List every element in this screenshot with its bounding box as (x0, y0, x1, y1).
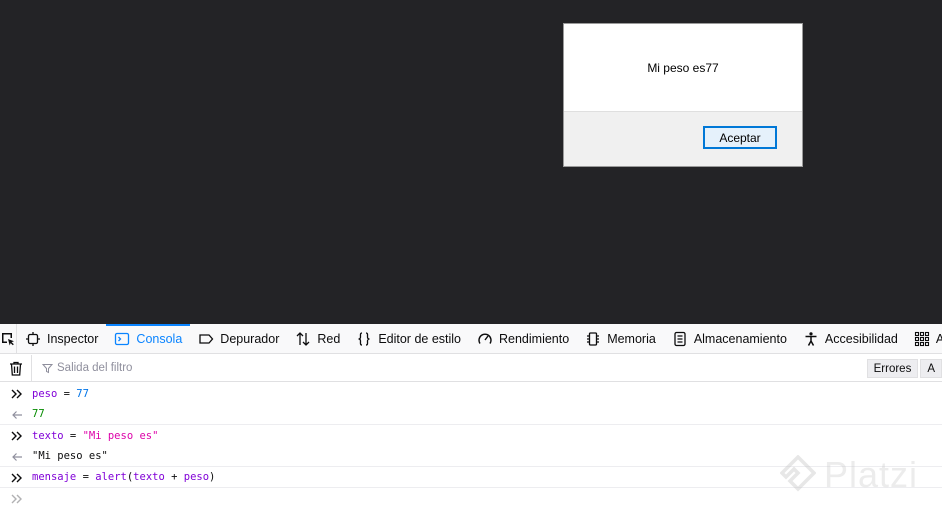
filter-input[interactable] (57, 362, 257, 374)
tab-style-editor[interactable]: Editor de estilo (348, 324, 469, 353)
console-code: "Mi peso es" (32, 450, 108, 462)
console-input-line: peso = 77 (0, 383, 942, 404)
tab-label: Accesibilidad (824, 331, 898, 346)
code-token: "Mi peso es" (32, 450, 108, 462)
console-output: peso = 77 77 texto = "Mi peso es" "Mi peso … (0, 383, 942, 510)
console-input[interactable] (0, 488, 942, 510)
alert-footer: Aceptar (564, 111, 802, 166)
prompt-chevron-icon (9, 488, 25, 510)
console-input-line: texto = "Mi peso es" (0, 425, 942, 446)
tab-label: Inspector (47, 331, 99, 346)
code-token: "Mi peso es" (82, 429, 159, 442)
result-arrow-icon (9, 404, 25, 425)
clear-console-button[interactable] (0, 354, 32, 382)
accessibility-icon (803, 331, 819, 347)
performance-icon (477, 331, 493, 347)
tab-application[interactable]: Ap (906, 324, 942, 353)
element-picker-icon (2, 332, 14, 345)
tab-network[interactable]: Red (287, 324, 348, 353)
tab-console[interactable]: Consola (106, 324, 191, 353)
tab-label: Almacenamiento (693, 331, 787, 346)
filter-icon (42, 363, 53, 373)
console-code: peso = 77 (32, 388, 89, 400)
code-token: mensaje (32, 471, 77, 483)
devtools-toolbar: Inspector Consola Depurador Red Editor d… (0, 324, 942, 354)
alert-message: Mi peso es77 (647, 60, 719, 75)
application-icon (914, 331, 930, 347)
code-token: texto (133, 471, 165, 483)
tab-debugger[interactable]: Depurador (190, 324, 287, 353)
code-token: 77 (32, 408, 45, 420)
tab-label: Ap (936, 332, 942, 346)
code-token: 77 (76, 387, 89, 400)
code-token: = (76, 471, 96, 483)
code-token: peso (183, 471, 210, 483)
tab-label: Consola (136, 331, 183, 346)
console-icon (114, 331, 130, 347)
code-token: texto (32, 429, 64, 442)
console-entries: peso = 77 77 texto = "Mi peso es" "Mi peso … (0, 383, 942, 488)
tab-label: Editor de estilo (378, 331, 461, 346)
network-icon (295, 331, 311, 347)
tab-memory[interactable]: Memoria (577, 324, 664, 353)
tab-performance[interactable]: Rendimiento (469, 324, 577, 353)
tab-storage[interactable]: Almacenamiento (664, 324, 795, 353)
tab-accessibility[interactable]: Accesibilidad (795, 324, 906, 353)
console-result-line: 77 (0, 404, 942, 425)
result-arrow-icon (9, 446, 25, 467)
alert-ok-button[interactable]: Aceptar (703, 126, 777, 149)
input-chevron-icon (9, 425, 25, 446)
console-code: texto = "Mi peso es" (32, 430, 158, 442)
console-filter-bar: Errores A (0, 354, 942, 382)
inspector-icon (25, 331, 41, 347)
code-token: = (63, 429, 83, 442)
console-code: 77 (32, 408, 45, 420)
filter-field (42, 362, 257, 374)
tab-label: Red (317, 331, 341, 346)
alert-dialog: Mi peso es77 Aceptar (563, 23, 803, 167)
debugger-icon (198, 331, 214, 347)
input-chevron-icon (9, 467, 25, 488)
tab-inspector[interactable]: Inspector (17, 324, 106, 353)
log-level-filters: Errores A (865, 359, 942, 378)
input-chevron-icon (9, 383, 25, 404)
code-token: alert (95, 471, 127, 483)
filter-errors-button[interactable]: Errores (866, 359, 919, 378)
filter-warnings-button[interactable]: A (920, 359, 942, 378)
console-result-line: "Mi peso es" (0, 446, 942, 467)
tab-label: Depurador (220, 331, 280, 346)
style-editor-icon (356, 331, 372, 347)
code-token: = (57, 387, 77, 400)
trash-icon (9, 361, 22, 376)
tab-label: Rendimiento (499, 331, 570, 346)
tab-label: Memoria (607, 331, 656, 346)
code-token: ) (209, 471, 216, 483)
console-input-line: mensaje = alert(texto + peso) (0, 467, 942, 488)
console-code: mensaje = alert(texto + peso) (32, 471, 215, 483)
code-token: + (164, 471, 184, 483)
storage-icon (672, 331, 688, 347)
element-picker-button[interactable] (0, 324, 17, 353)
memory-icon (585, 331, 601, 347)
code-token: peso (32, 387, 58, 400)
